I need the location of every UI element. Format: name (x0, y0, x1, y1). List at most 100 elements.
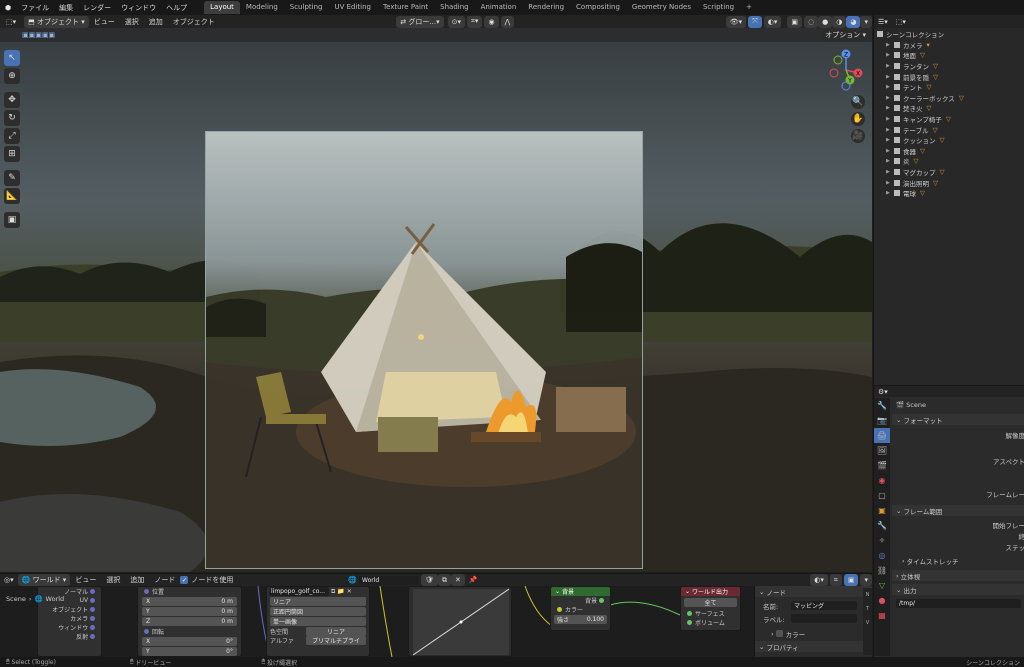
color-panel[interactable]: › カラー (755, 628, 872, 639)
outliner-item[interactable]: ▶ 地面 ▽ (886, 50, 1024, 61)
socket-dot[interactable] (90, 616, 95, 621)
location-x-field[interactable]: X 0 m (142, 597, 237, 606)
projection-dropdown[interactable]: 正距円筒図 (270, 607, 366, 616)
time-stretch-panel[interactable]: › タイムストレッチ (892, 555, 1024, 566)
color-checkbox[interactable] (775, 630, 783, 637)
overlay-node-icon[interactable]: ◐▾ (810, 574, 828, 586)
socket-dot[interactable] (599, 598, 604, 603)
scene-tab-icon[interactable]: 🎬 (877, 458, 887, 473)
collection-tab-icon[interactable]: ▢ (878, 488, 886, 503)
curves-node[interactable] (408, 586, 512, 657)
outliner-item[interactable]: ▶ 焚き火 ▽ (886, 103, 1024, 114)
snap-icon[interactable]: ⌗▾ (466, 15, 483, 28)
outliner-item[interactable]: ▶ クーラーボックス ▽ (886, 93, 1024, 104)
duplicate-icon[interactable]: ⧉ (437, 574, 451, 586)
annotate-tool-icon[interactable]: ✎ (4, 170, 20, 186)
interpolation-dropdown[interactable]: リニア (270, 597, 366, 606)
rotation-x-field[interactable]: X 0° (142, 637, 237, 646)
move-tool-icon[interactable]: ✥ (4, 92, 20, 108)
node-menu-add[interactable]: 追加 (125, 575, 149, 585)
render-tab-icon[interactable]: 📷 (877, 413, 887, 428)
tab-rendering[interactable]: Rendering (522, 1, 570, 14)
backdrop-icon[interactable]: ▣ (843, 574, 859, 586)
shader-type-dropdown[interactable]: 🌐 ワールド ▾ (17, 574, 71, 586)
socket-dot[interactable] (90, 589, 95, 594)
editor-type-icon[interactable]: ⬚▾ (2, 16, 20, 28)
particles-tab-icon[interactable]: ✧ (879, 533, 886, 548)
falloff-icon[interactable]: ⋀ (500, 15, 515, 28)
properties-panel-header[interactable]: ⌄ プロパティ (755, 641, 872, 652)
mapping-node[interactable]: 位置 X 0 m Y 0 m Z 0 m 回転 X 0° Y 0° (137, 586, 242, 657)
socket-dot[interactable] (144, 589, 149, 594)
outliner-item[interactable]: ▶ マグカップ ▽ (886, 167, 1024, 178)
node-menu-view[interactable]: ビュー (70, 575, 101, 585)
transform-orientation-dropdown[interactable]: ⇄ グロー... ▾ (396, 15, 444, 28)
menu-file[interactable]: ファイル (16, 3, 54, 13)
expand-icon[interactable]: ▶ (886, 84, 894, 90)
constraints-tab-icon[interactable]: ⛓ (877, 563, 887, 578)
outliner-item[interactable]: ▶ 電球 ▽ (886, 188, 1024, 199)
colorspace-dropdown[interactable]: リニア (306, 627, 366, 636)
outliner-item[interactable]: ▶ クッション ▽ (886, 135, 1024, 146)
image-open-icon[interactable]: 📁 (337, 588, 344, 595)
expand-icon[interactable]: ▶ (886, 105, 894, 111)
outliner-item[interactable]: ▶ カメラ ▾ (886, 40, 1024, 51)
sidebar-tab-node[interactable]: N (866, 592, 870, 598)
expand-icon[interactable]: ▶ (886, 116, 894, 122)
socket-dot[interactable] (90, 625, 95, 630)
shading-material-icon[interactable]: ◑ (832, 15, 847, 28)
add-workspace-button[interactable]: + (740, 1, 758, 14)
outliner-editor-icon[interactable]: ☰▾ (874, 16, 892, 28)
tab-uv-editing[interactable]: UV Editing (328, 1, 377, 14)
environment-texture-node[interactable]: limpopo_golf_co... ⧉ 📁 ✕ リニア 正距円筒図 単一画像 色空間… (266, 586, 370, 657)
output-tab-icon[interactable]: 🖨 (874, 428, 890, 443)
expand-icon[interactable]: ▶ (886, 63, 894, 69)
expand-icon[interactable]: › (29, 595, 32, 603)
node-menu-select[interactable]: 選択 (101, 575, 125, 585)
expand-icon[interactable]: ▶ (886, 74, 894, 80)
viewport-menu-select[interactable]: 選択 (120, 17, 144, 27)
menu-render[interactable]: レンダー (78, 3, 116, 13)
outliner-display-icon[interactable]: ⬚▾ (892, 16, 910, 28)
node-label-input[interactable] (791, 614, 857, 623)
visibility-icon[interactable]: 👁▾ (725, 15, 747, 28)
data-tab-icon[interactable]: ▽ (879, 578, 885, 593)
outliner-item[interactable]: ▶ 食器 ▽ (886, 146, 1024, 157)
world-tab-icon[interactable]: ◉ (879, 473, 886, 488)
expand-icon[interactable]: ▶ (886, 190, 894, 196)
outliner-item[interactable]: ▶ 前景を隠 ▽ (886, 71, 1024, 82)
expand-icon[interactable]: ▶ (886, 42, 894, 48)
object-tab-icon[interactable]: ▣ (878, 503, 886, 518)
output-panel-header[interactable]: ⌄ 出力 (892, 584, 1024, 595)
image-unlink-icon[interactable]: ✕ (347, 588, 352, 595)
rotate-tool-icon[interactable]: ↻ (4, 110, 20, 126)
viewport-menu-view[interactable]: ビュー (89, 17, 120, 27)
collapse-icon[interactable]: ⌄ (555, 588, 562, 595)
shading-rendered-icon[interactable]: ◕ (846, 15, 861, 28)
menu-edit[interactable]: 編集 (54, 3, 78, 13)
image-name-field[interactable]: limpopo_golf_co... (269, 587, 329, 596)
node-panel-header[interactable]: ⌄ ノード (755, 586, 872, 597)
outliner-item[interactable]: ▶ ランタン ▽ (886, 61, 1024, 72)
pin-icon[interactable]: 📌 (465, 574, 482, 586)
collapse-icon[interactable]: ⌄ (685, 588, 692, 595)
cursor-tool-icon[interactable]: ⊕ (4, 68, 20, 84)
expand-icon[interactable]: ▶ (886, 95, 894, 101)
select-tool-icon[interactable]: ↖ (4, 50, 20, 66)
material-tab-icon[interactable]: ● (879, 593, 886, 608)
pivot-icon[interactable]: ⊙▾ (447, 15, 465, 28)
tab-texture-paint[interactable]: Texture Paint (377, 1, 434, 14)
outliner-item[interactable]: ▶ キャンプ椅子 ▽ (886, 114, 1024, 125)
socket-dot[interactable] (687, 611, 692, 616)
tab-compositing[interactable]: Compositing (570, 1, 626, 14)
pan-hand-icon[interactable]: ✋ (851, 112, 865, 126)
expand-icon[interactable]: ▶ (886, 158, 894, 164)
expand-icon[interactable]: ▶ (886, 127, 894, 133)
xray-icon[interactable]: ▣ (787, 15, 803, 28)
expand-icon[interactable]: ▶ (886, 52, 894, 58)
gizmo-toggle-icon[interactable]: ⤧ (748, 15, 762, 28)
location-z-field[interactable]: Z 0 m (142, 617, 237, 626)
expand-icon[interactable]: ▶ (886, 180, 894, 186)
stereo-panel-header[interactable]: › 立体視 (892, 570, 1024, 581)
view-layer-tab-icon[interactable]: 🖼 (877, 443, 887, 458)
